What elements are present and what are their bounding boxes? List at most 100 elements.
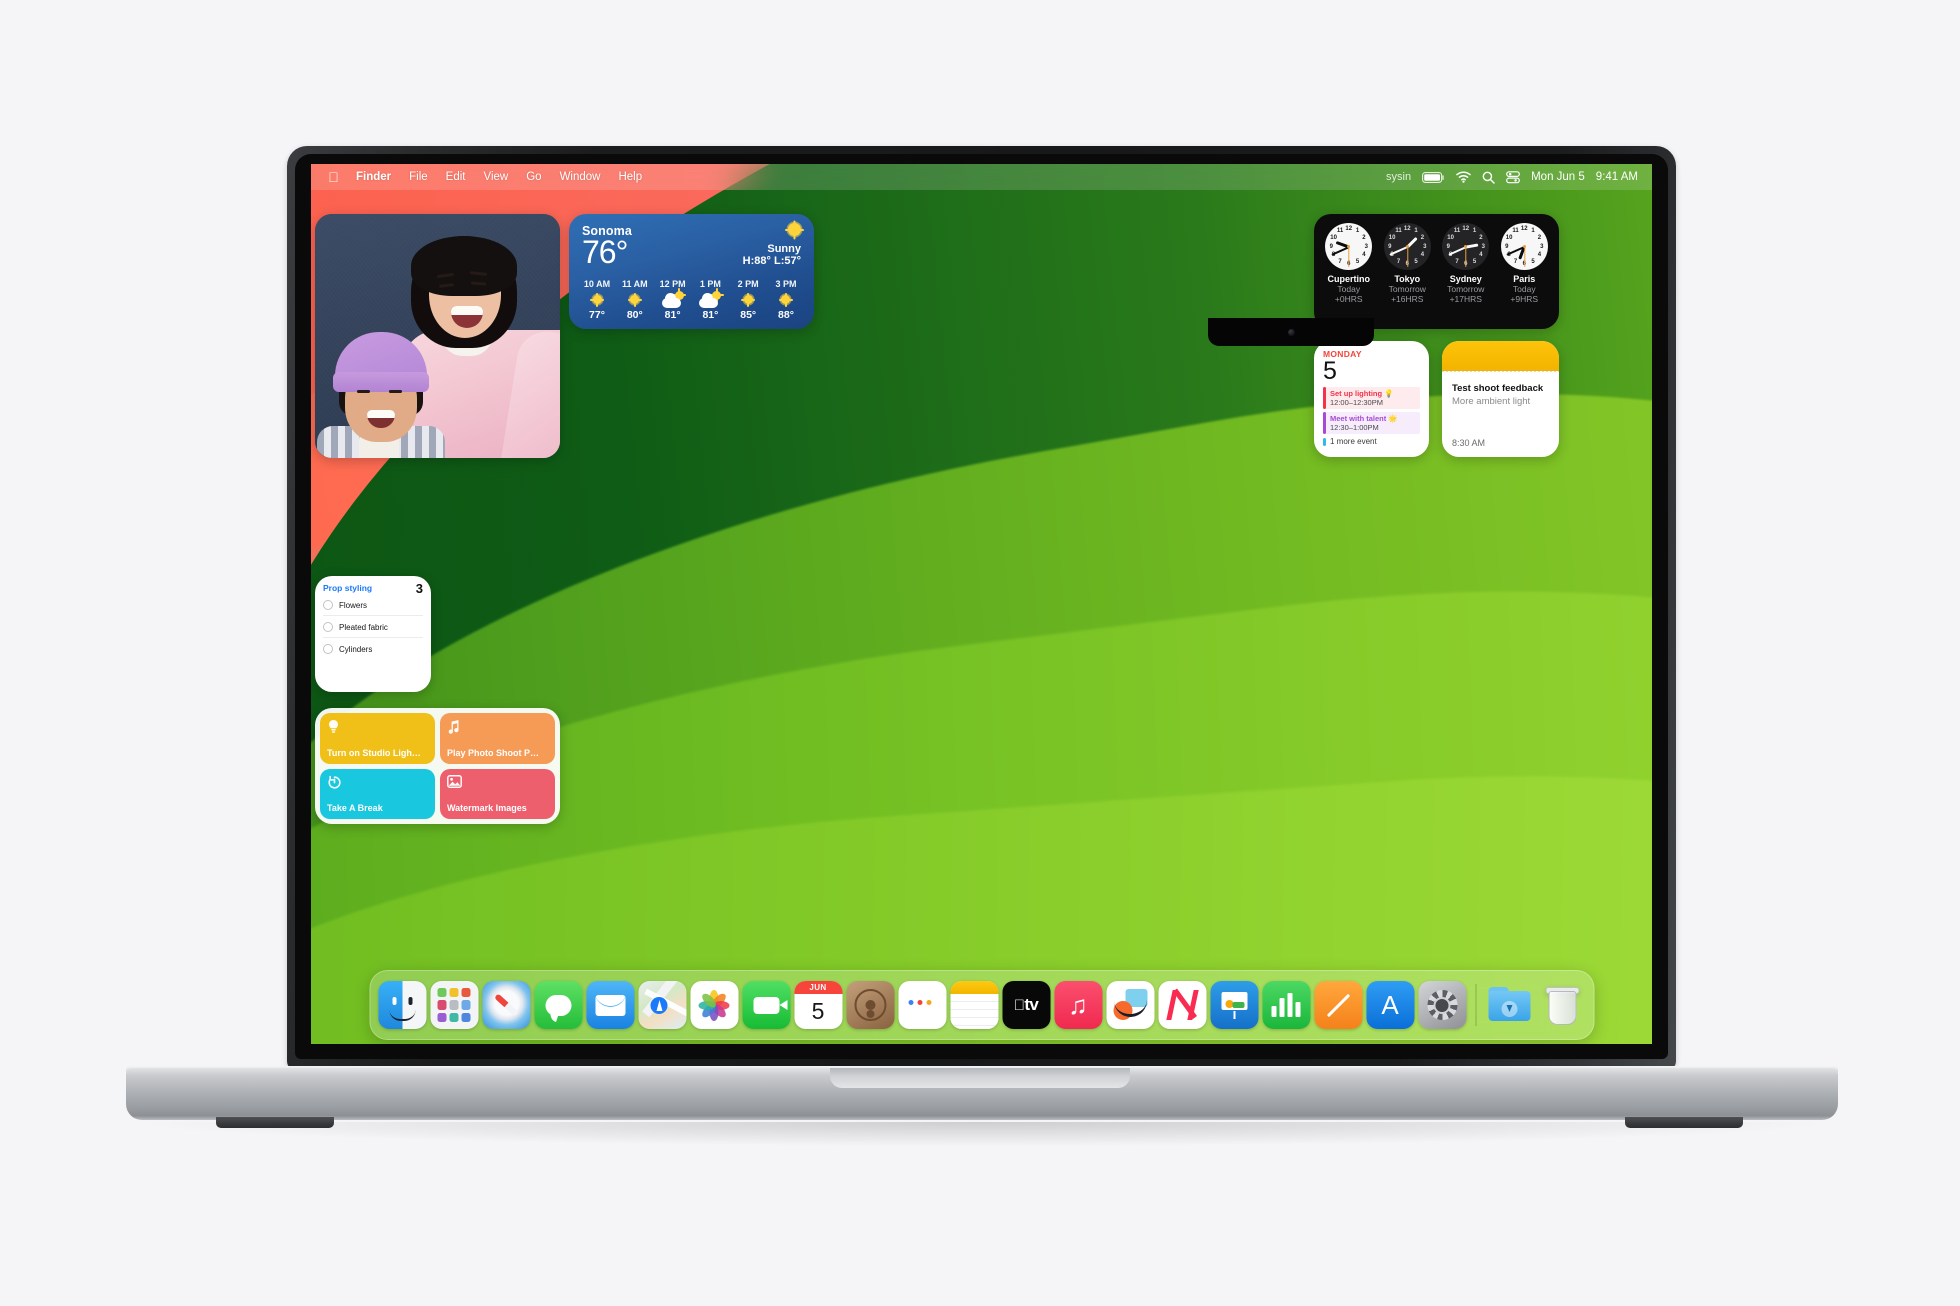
reminder-item[interactable]: Flowers [323, 594, 423, 616]
menu-bar-left:  Finder File Edit View Go Window Help [311, 164, 651, 190]
wifi-icon[interactable] [1456, 171, 1471, 183]
dock-item-reminders[interactable] [898, 981, 946, 1029]
clock-offset-label: +0HRS [1334, 294, 1363, 304]
shortcut-tile[interactable]: Watermark Images [440, 768, 555, 819]
menu-bar-time[interactable]: 9:41 AM [1596, 171, 1638, 183]
dock-item-maps[interactable] [638, 981, 686, 1029]
dock-item-music[interactable]: ♫ [1054, 981, 1102, 1029]
menu-item-finder[interactable]: Finder [347, 164, 400, 190]
clock-hour-hand [1465, 242, 1479, 248]
photos-widget[interactable] [315, 214, 560, 458]
clock-face: 121234567891011 [1442, 223, 1490, 270]
menu-item-view[interactable]: View [475, 164, 518, 190]
clock-face: 121234567891011 [1325, 223, 1373, 270]
shortcut-label: Take A Break [327, 803, 383, 813]
dock-item-messages[interactable] [534, 981, 582, 1029]
reminders-count: 3 [415, 581, 423, 596]
world-clock-cupertino[interactable]: 121234567891011 CupertinoToday+0HRS [1320, 223, 1378, 322]
dock-item-downloads[interactable] [1485, 981, 1533, 1029]
dock[interactable]: JUN 5 tv ♫ [369, 970, 1594, 1040]
dock-item-finder[interactable] [378, 981, 426, 1029]
calendar-event-title: Set up lighting 💡 [1330, 389, 1394, 398]
menu-bar-date[interactable]: Mon Jun 5 [1531, 171, 1585, 183]
clock-offset-label: +16HRS [1391, 294, 1424, 304]
shortcut-tile[interactable]: Turn on Studio Ligh… [320, 713, 435, 764]
search-icon[interactable] [1482, 171, 1495, 184]
weather-hour-cell: 2 PM 85° [730, 279, 766, 321]
calendar-event-title: Meet with talent 🌟 [1330, 414, 1398, 423]
weather-hour-time: 12 PM [659, 279, 686, 289]
timer-icon [327, 775, 428, 792]
shortcuts-grid: Turn on Studio Ligh… Play Photo Shoot P… T… [320, 713, 555, 819]
menu-item-edit[interactable]: Edit [437, 164, 475, 190]
menu-item-go[interactable]: Go [517, 164, 550, 190]
calendar-event[interactable]: Meet with talent 🌟 12:30–1:00PM [1323, 412, 1420, 434]
menu-item-file[interactable]: File [400, 164, 437, 190]
dock-item-system-settings[interactable] [1418, 981, 1466, 1029]
notes-timestamp: 8:30 AM [1452, 438, 1486, 448]
facetime-camera-icon [1287, 329, 1295, 336]
battery-icon[interactable] [1422, 171, 1445, 183]
clock-pivot [1405, 245, 1409, 248]
dock-item-calendar[interactable]: JUN 5 [794, 981, 842, 1029]
shortcuts-widget[interactable]: Turn on Studio Ligh… Play Photo Shoot P… T… [315, 708, 560, 824]
menu-item-window[interactable]: Window [551, 164, 610, 190]
menu-item-help[interactable]: Help [609, 164, 651, 190]
calendar-widget[interactable]: MONDAY 5 Set up lighting 💡 12:00–12:30PM M… [1314, 341, 1429, 457]
dock-item-freeform[interactable] [1106, 981, 1154, 1029]
dock-item-notes[interactable] [950, 981, 998, 1029]
dock-item-mail[interactable] [586, 981, 634, 1029]
calendar-more-events[interactable]: 1 more event [1323, 437, 1420, 447]
weather-hour-time: 11 AM [621, 279, 648, 289]
sun-icon [590, 295, 604, 304]
world-clock-paris[interactable]: 121234567891011 ParisToday+9HRS [1496, 223, 1554, 322]
weather-hour-temp: 77° [589, 309, 605, 321]
world-clock-tokyo[interactable]: 121234567891011 TokyoTomorrow+16HRS [1379, 223, 1437, 322]
dock-item-pages[interactable] [1314, 981, 1362, 1029]
clock-second-hand [1348, 246, 1350, 267]
world-clock-widget[interactable]: 121234567891011CupertinoToday+0HRS121234… [1314, 214, 1559, 329]
desktop-screen:  Finder File Edit View Go Window Help s… [311, 164, 1652, 1044]
dock-item-photos[interactable] [690, 981, 738, 1029]
dock-item-keynote[interactable] [1210, 981, 1258, 1029]
dock-item-apple-tv[interactable]: tv [1002, 981, 1050, 1029]
dock-item-launchpad[interactable] [430, 981, 478, 1029]
dock-item-numbers[interactable] [1262, 981, 1310, 1029]
screenshot-stage:  Finder File Edit View Go Window Help s… [0, 0, 1960, 1306]
shortcut-label: Play Photo Shoot P… [447, 747, 540, 758]
reminders-widget[interactable]: Prop styling 3 Flowers Pleated fabric Cyli… [315, 576, 431, 692]
apple-logo-icon[interactable]:  [320, 164, 347, 190]
dock-item-safari[interactable] [482, 981, 530, 1029]
weather-hour-temp: 85° [740, 309, 757, 321]
weather-condition: Sunny [767, 243, 801, 255]
weather-hour-cell: 3 PM 88° [768, 279, 804, 321]
menu-bar-user-label[interactable]: sysin [1386, 171, 1411, 183]
reminder-item[interactable]: Cylinders [323, 638, 423, 659]
weather-hour-temp: 88° [778, 309, 794, 321]
macbook-pro-device:  Finder File Edit View Go Window Help s… [0, 0, 1960, 1306]
dock-item-trash[interactable] [1537, 981, 1585, 1029]
reminder-item[interactable]: Pleated fabric [323, 616, 423, 638]
partly-cloudy-icon [661, 290, 687, 308]
shortcut-tile[interactable]: Take A Break [320, 768, 435, 819]
dock-item-app-store[interactable]: A [1366, 981, 1414, 1029]
world-clock-row: 121234567891011CupertinoToday+0HRS121234… [1314, 214, 1559, 329]
reminders-item-list: Flowers Pleated fabric Cylinders [323, 594, 423, 659]
dock-item-news[interactable] [1158, 981, 1206, 1029]
world-clock-sydney[interactable]: 121234567891011 SydneyTomorrow+17HRS [1437, 223, 1495, 322]
notes-widget[interactable]: Test shoot feedback More ambient light 8… [1442, 341, 1559, 457]
display-notch [1208, 318, 1374, 346]
calendar-event[interactable]: Set up lighting 💡 12:00–12:30PM [1323, 387, 1420, 409]
weather-hour-cell: 11 AM 80° [617, 279, 653, 321]
dock-item-contacts[interactable] [846, 981, 894, 1029]
weather-hour-cell: 1 PM 81° [692, 279, 728, 321]
reminder-checkbox-icon[interactable] [323, 622, 333, 632]
reminder-checkbox-icon[interactable] [323, 600, 333, 610]
clock-city-label: Cupertino [1327, 274, 1371, 284]
reminder-checkbox-icon[interactable] [323, 644, 333, 654]
shortcut-tile[interactable]: Play Photo Shoot P… [440, 713, 555, 764]
weather-widget[interactable]: Sonoma 76° Sunny H:88° L:57° 10 AM 77° 11 … [569, 214, 814, 329]
dock-item-facetime[interactable] [742, 981, 790, 1029]
control-center-icon[interactable] [1506, 170, 1520, 184]
reminder-label: Pleated fabric [339, 622, 388, 632]
